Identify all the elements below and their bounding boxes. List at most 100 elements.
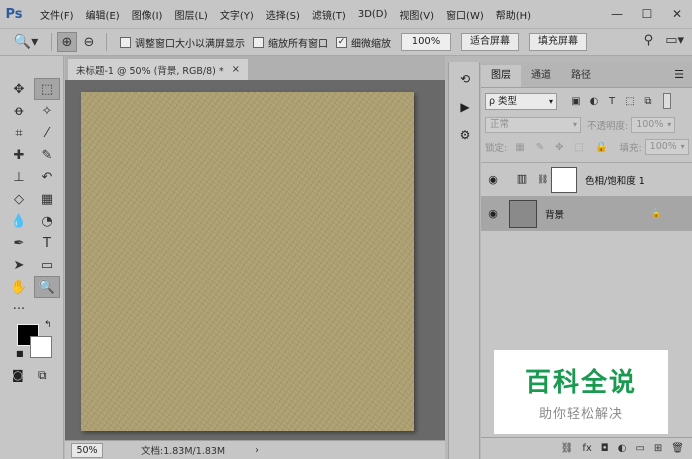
new-layer-icon[interactable]: ⊞ <box>654 443 662 454</box>
zoom-tool-preset-icon[interactable]: 🔍▾ <box>6 31 46 53</box>
path-selection-tool-icon[interactable]: ➤ <box>6 254 32 276</box>
filter-shape-icon[interactable]: ⬚ <box>621 96 639 107</box>
pen-tool-icon[interactable]: ✒ <box>6 232 32 254</box>
tab-channels[interactable]: 通道 <box>521 65 561 87</box>
close-tab-icon[interactable]: × <box>232 64 240 75</box>
healing-brush-tool-icon[interactable]: ✚ <box>6 144 32 166</box>
minimize-button[interactable]: — <box>602 7 632 21</box>
zoom-tool-icon[interactable]: 🔍 <box>34 276 60 298</box>
magic-wand-tool-icon[interactable]: ✧ <box>34 100 60 122</box>
swap-colors-icon[interactable]: ↰ <box>44 320 52 330</box>
eyedropper-tool-icon[interactable]: ⁄ <box>34 122 60 144</box>
panel-menu-icon[interactable]: ☰ <box>674 68 684 81</box>
layer-row-background[interactable]: ◉ 背景 🔒 <box>481 197 692 231</box>
lock-all-icon[interactable]: 🔒 <box>595 142 607 153</box>
menu-help[interactable]: 帮助(H) <box>496 7 531 22</box>
zoom-in-icon[interactable]: ⊕ <box>57 32 77 52</box>
type-tool-icon[interactable]: T <box>34 232 60 254</box>
document-tab[interactable]: 未标题-1 @ 50% (背景, RGB/8) * × <box>68 59 248 80</box>
checkbox-box[interactable] <box>120 36 131 48</box>
menu-edit[interactable]: 编辑(E) <box>86 7 120 22</box>
layer-mask-thumbnail[interactable] <box>551 166 577 193</box>
opacity-field[interactable]: 100% ▾ <box>631 117 676 133</box>
screen-mode-icon[interactable]: ⧉ <box>38 368 47 383</box>
layer-name[interactable]: 背景 <box>545 207 564 221</box>
properties-panel-icon[interactable]: ⚙ <box>449 124 481 146</box>
add-mask-icon[interactable]: ◘ <box>601 443 609 454</box>
menu-filter[interactable]: 滤镜(T) <box>312 7 346 22</box>
menu-view[interactable]: 视图(V) <box>399 7 434 22</box>
lock-transparent-icon[interactable]: ▦ <box>515 142 524 153</box>
zoom-percent-field[interactable]: 100% <box>401 33 451 51</box>
layer-name[interactable]: 色相/饱和度 1 <box>585 173 645 187</box>
layer-row-hue-saturation[interactable]: ◉ ▥ ⛓ 色相/饱和度 1 <box>481 163 692 197</box>
filter-smart-object-icon[interactable]: ⧉ <box>639 96 657 107</box>
link-chain-icon[interactable]: ⛓ <box>537 175 548 185</box>
status-menu-arrow-icon[interactable]: › <box>255 445 259 456</box>
menu-layer[interactable]: 图层(L) <box>174 7 207 22</box>
filter-adjustment-icon[interactable]: ◐ <box>585 96 603 107</box>
scrubby-zoom-checkbox[interactable]: ✓ 细微缩放 <box>336 35 391 50</box>
hand-tool-icon[interactable]: ✋ <box>6 276 32 298</box>
history-brush-tool-icon[interactable]: ↶ <box>34 166 60 188</box>
menu-type[interactable]: 文字(Y) <box>220 7 254 22</box>
default-colors-icon[interactable]: ■ <box>16 349 24 358</box>
lasso-tool-icon[interactable]: ꝋ <box>6 100 32 122</box>
gradient-tool-icon[interactable]: ▦ <box>34 188 60 210</box>
fit-screen-button[interactable]: 适合屏幕 <box>461 33 519 51</box>
delete-layer-icon[interactable]: 🗑 <box>671 443 684 454</box>
fill-field[interactable]: 100% ▾ <box>644 139 689 155</box>
layer-thumbnail[interactable] <box>509 199 537 228</box>
filter-kind-select[interactable]: ρ 类型 ▾ <box>485 92 557 110</box>
eraser-tool-icon[interactable]: ◇ <box>6 188 32 210</box>
canvas-workspace[interactable] <box>65 80 445 440</box>
fill-screen-button[interactable]: 填充屏幕 <box>529 33 587 51</box>
lock-position-icon[interactable]: ✥ <box>555 142 563 153</box>
filter-pixel-icon[interactable]: ▣ <box>567 96 585 107</box>
document-canvas[interactable] <box>81 92 414 431</box>
background-color-swatch[interactable] <box>30 336 52 358</box>
quick-mask-icon[interactable]: ◙ <box>12 368 24 382</box>
zoom-all-windows-checkbox[interactable]: 缩放所有窗口 <box>253 35 328 50</box>
move-tool-icon[interactable]: ✥ <box>6 78 32 100</box>
filter-type-icon[interactable]: T <box>603 96 621 107</box>
layer-style-fx-icon[interactable]: fx <box>582 443 591 454</box>
close-button[interactable]: ✕ <box>662 7 692 21</box>
crop-tool-icon[interactable]: ⌗ <box>6 122 32 144</box>
marquee-tool-icon[interactable]: ⬚ <box>34 78 60 100</box>
chevron-down-icon: ▾ <box>667 120 672 129</box>
new-adjustment-layer-icon[interactable]: ◐ <box>618 443 627 454</box>
blur-tool-icon[interactable]: 💧 <box>6 210 32 232</box>
resize-windows-checkbox[interactable]: 调整窗口大小以满屏显示 <box>120 35 245 50</box>
maximize-button[interactable]: ☐ <box>632 7 662 21</box>
link-layers-icon[interactable]: ⛓ <box>561 443 574 454</box>
workspace-switcher-icon[interactable]: ▭▾ <box>665 33 684 48</box>
tab-paths[interactable]: 路径 <box>561 65 601 87</box>
status-zoom-field[interactable]: 50% <box>71 442 103 458</box>
visibility-eye-icon[interactable]: ◉ <box>481 173 505 186</box>
rectangle-tool-icon[interactable]: ▭ <box>34 254 60 276</box>
visibility-eye-icon[interactable]: ◉ <box>481 207 505 220</box>
layer-lock-icon[interactable]: 🔒 <box>651 209 662 219</box>
clone-stamp-tool-icon[interactable]: ⊥ <box>6 166 32 188</box>
dodge-tool-icon[interactable]: ◔ <box>34 210 60 232</box>
lock-pixels-icon[interactable]: ✎ <box>536 142 544 153</box>
menu-file[interactable]: 文件(F) <box>40 7 74 22</box>
menu-window[interactable]: 窗口(W) <box>446 7 484 22</box>
filter-toggle[interactable] <box>663 93 671 109</box>
brush-tool-icon[interactable]: ✎ <box>34 144 60 166</box>
history-panel-icon[interactable]: ⟲ <box>449 68 481 90</box>
search-icon[interactable]: ⚲ <box>644 33 654 48</box>
menu-select[interactable]: 选择(S) <box>266 7 300 22</box>
lock-artboard-icon[interactable]: ⬚ <box>575 142 584 153</box>
actions-panel-icon[interactable]: ▶ <box>449 96 481 118</box>
zoom-out-icon[interactable]: ⊖ <box>79 32 99 52</box>
checkbox-box-checked[interactable]: ✓ <box>336 36 347 48</box>
more-tools-icon[interactable]: ··· <box>6 298 32 320</box>
menu-image[interactable]: 图像(I) <box>132 7 163 22</box>
checkbox-box[interactable] <box>253 36 264 48</box>
blend-mode-select[interactable]: 正常 ▾ <box>485 117 581 133</box>
new-group-icon[interactable]: ▭ <box>635 443 644 454</box>
menu-3d[interactable]: 3D(D) <box>358 9 388 20</box>
tab-layers[interactable]: 图层 <box>481 65 521 87</box>
